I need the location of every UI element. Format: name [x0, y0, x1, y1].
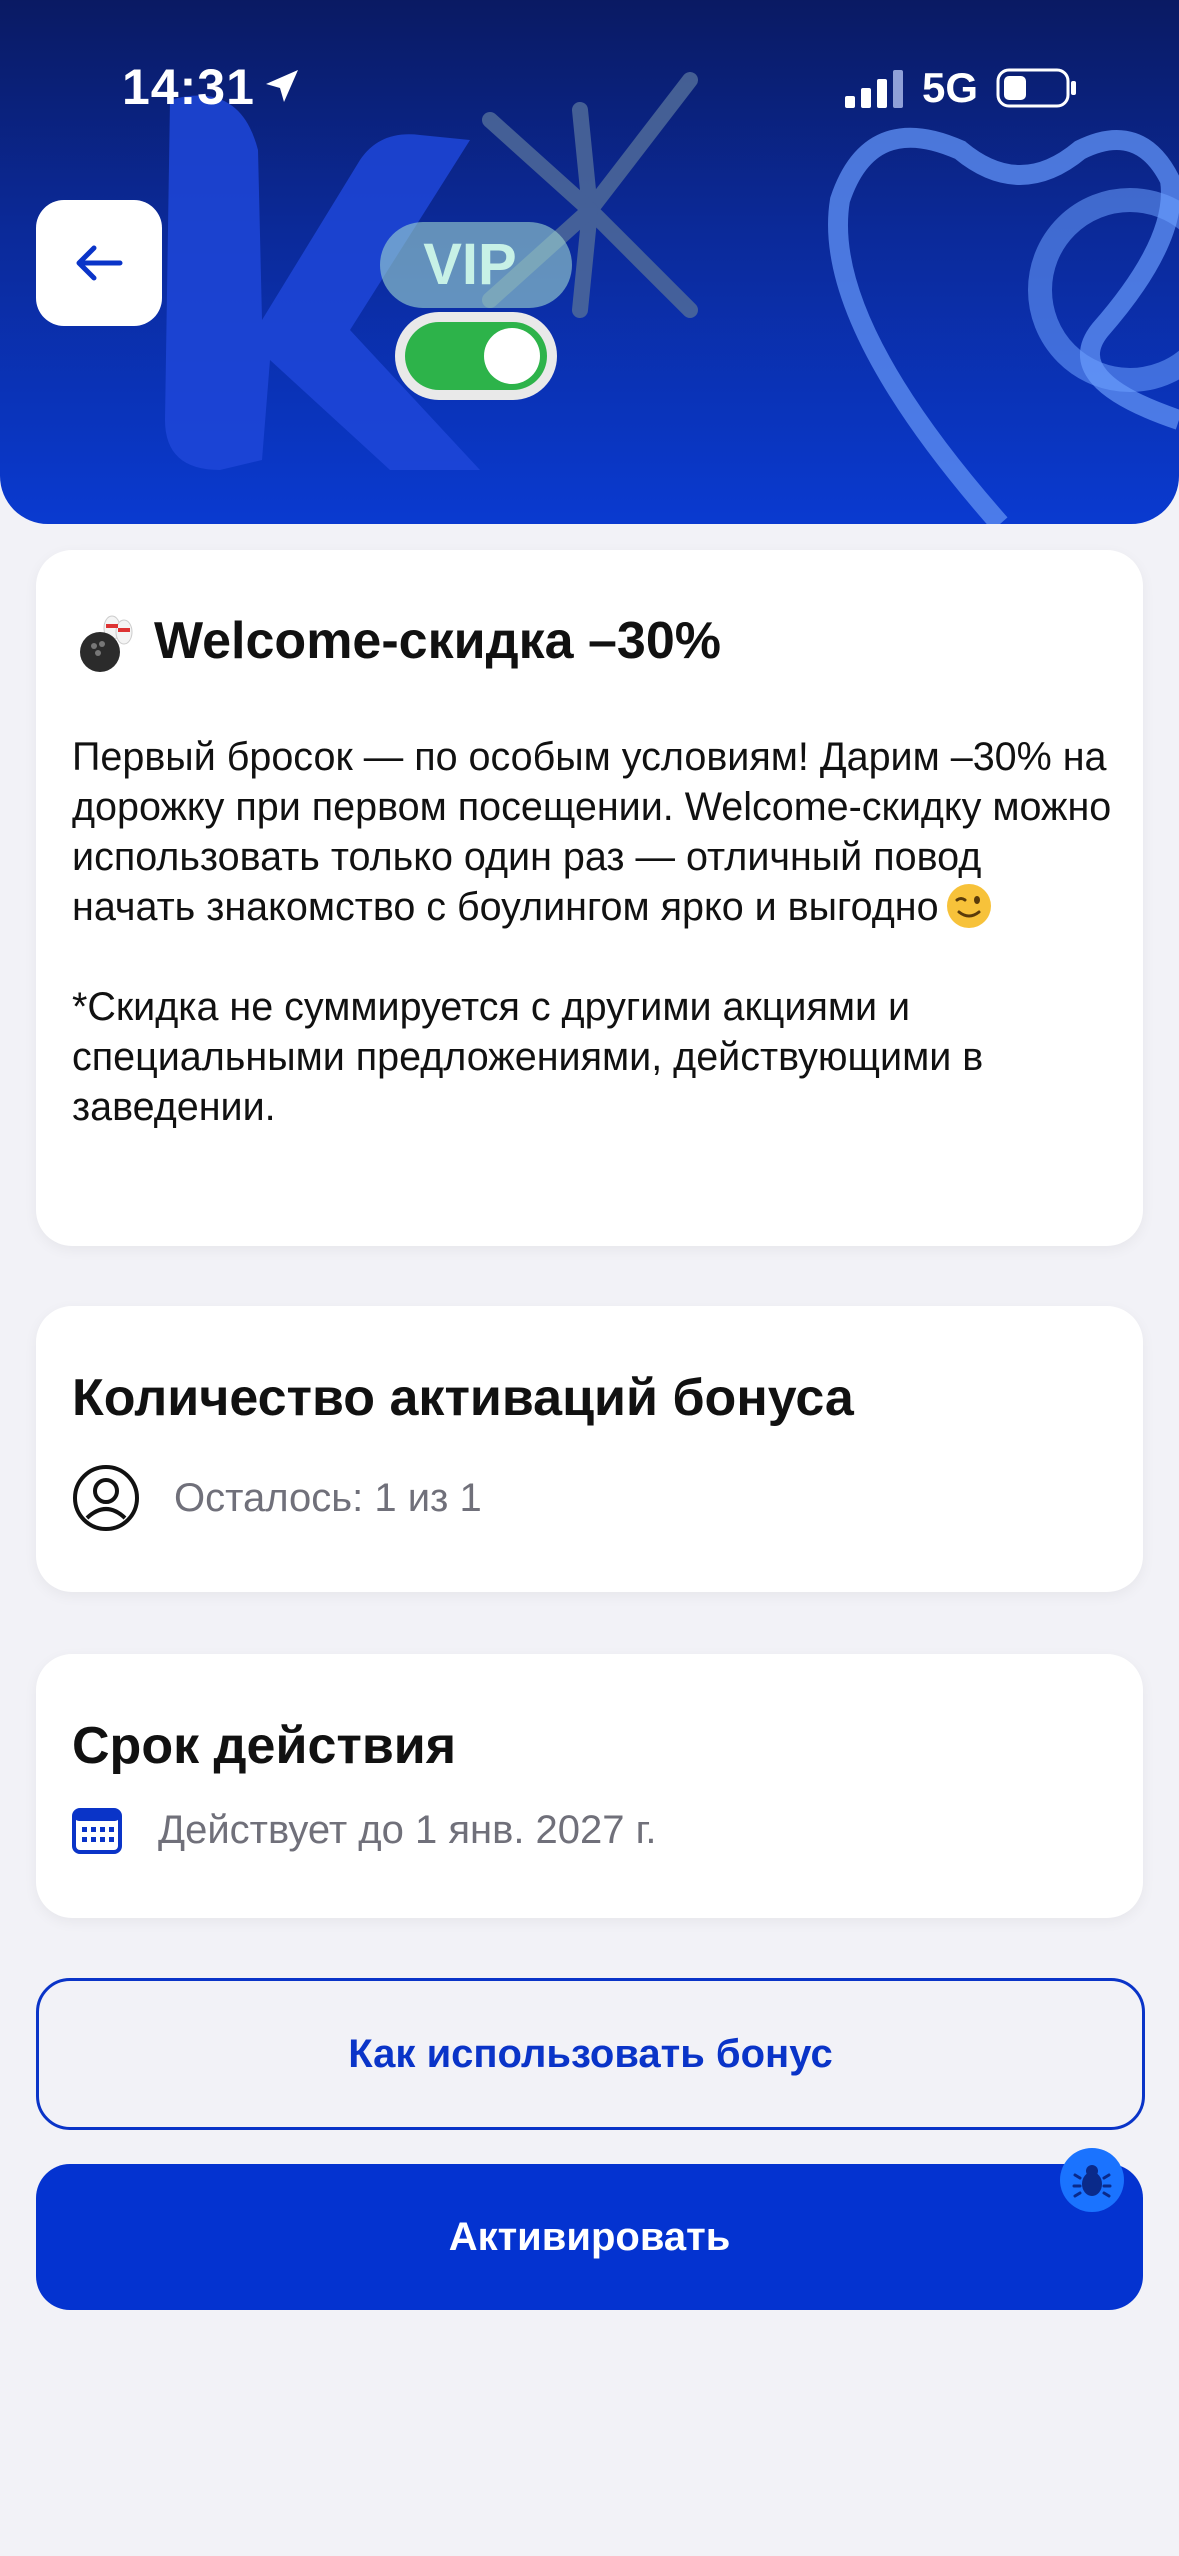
bowling-icon — [80, 615, 133, 672]
validity-until: Действует до 1 янв. 2027 г. — [158, 1807, 657, 1852]
activations-title: Количество активаций бонуса — [72, 1369, 854, 1427]
activations-remaining: Осталось: 1 из 1 — [174, 1475, 482, 1520]
promo-disclaimer: *Скидка не суммируется с другими акциями… — [72, 985, 984, 1129]
hero-banner: VIP 14:31 5G — [0, 0, 1179, 524]
promo-card: Welcome-скидка –30% Первый бросок — по о… — [36, 550, 1143, 1246]
vip-badge-text: VIP — [423, 232, 517, 297]
activations-card: Количество активаций бонуса Осталось: 1 … — [36, 1306, 1143, 1592]
promo-body: Первый бросок — по особым условиям! Дари… — [72, 732, 1112, 1132]
how-to-use-button[interactable]: Как использовать бонус — [36, 1978, 1145, 2130]
user-circle-icon — [73, 1465, 139, 1531]
validity-row: Действует до 1 янв. 2027 г. — [72, 1806, 656, 1854]
activate-button[interactable]: Активировать — [36, 2164, 1143, 2310]
status-time: 14:31 — [122, 59, 255, 115]
network-type: 5G — [922, 64, 979, 111]
wink-emoji-icon — [946, 884, 991, 928]
bug-icon — [1072, 2165, 1112, 2198]
activations-row: Осталось: 1 из 1 — [72, 1464, 482, 1532]
battery-icon — [996, 68, 1076, 108]
validity-card: Срок действия Действует до 1 янв. 2027 г… — [36, 1654, 1143, 1918]
cellular-signal-icon — [845, 70, 903, 108]
arrow-left-icon — [76, 245, 123, 281]
validity-title: Срок действия — [72, 1717, 457, 1775]
debug-button[interactable] — [1060, 2148, 1124, 2212]
location-arrow-icon — [266, 70, 298, 102]
back-button[interactable] — [36, 200, 162, 326]
promo-title: Welcome-скидка –30% — [154, 612, 721, 670]
promo-title-row: Welcome-скидка –30% — [72, 608, 721, 674]
calendar-icon — [72, 1808, 122, 1854]
